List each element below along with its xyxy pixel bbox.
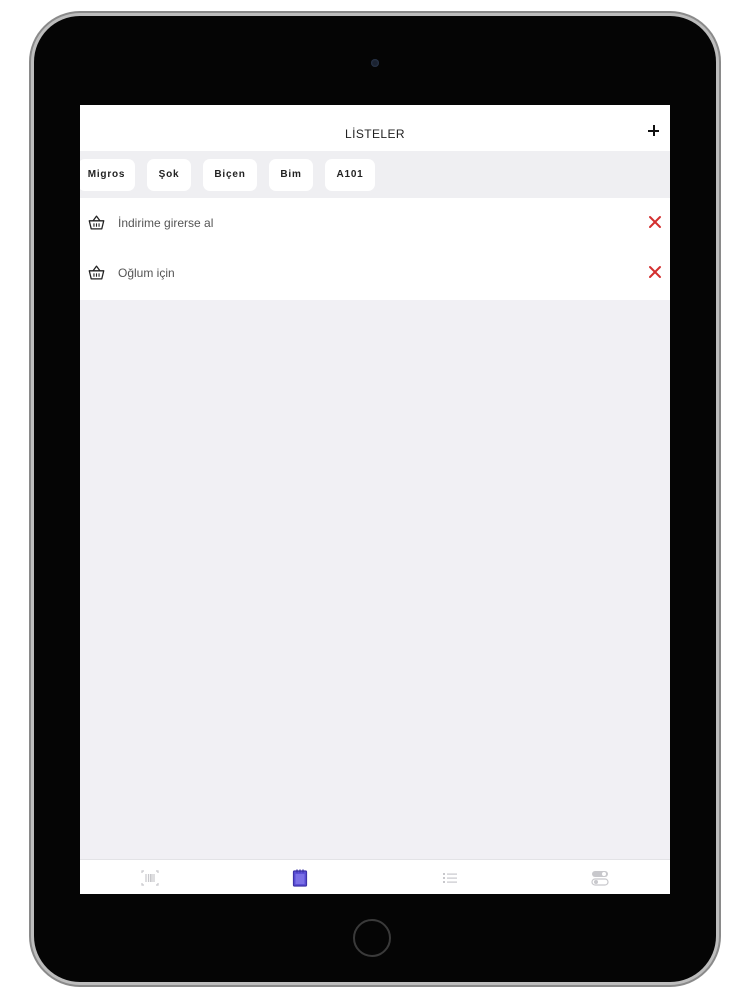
list-item[interactable]: İndirime girerse al <box>80 198 670 248</box>
close-icon[interactable] <box>648 265 662 279</box>
store-chip-a101[interactable]: A101 <box>325 159 375 191</box>
store-chip-sok[interactable]: Şok <box>147 159 191 191</box>
page-title: LİSTELER <box>345 127 405 141</box>
store-chip-migros[interactable]: Migros <box>80 159 135 191</box>
store-filter-bar: Migros Şok Biçen Bim A101 <box>80 151 670 198</box>
app-screen: LİSTELER Migros Şok Biçen Bim A101 İndir… <box>80 105 670 894</box>
list-item[interactable]: Oğlum için <box>80 248 670 298</box>
add-list-button[interactable] <box>644 121 664 141</box>
shopping-lists: İndirime girerse al Oğlum için <box>80 198 670 300</box>
notepad-icon[interactable] <box>290 868 310 888</box>
list-icon[interactable] <box>440 868 460 888</box>
bottom-tab-bar <box>80 859 670 894</box>
settings-toggle-icon[interactable] <box>590 868 610 888</box>
store-chip-bim[interactable]: Bim <box>269 159 313 191</box>
top-header: LİSTELER <box>80 105 670 151</box>
basket-icon <box>88 215 105 230</box>
front-camera <box>371 59 379 67</box>
barcode-icon[interactable] <box>140 868 160 888</box>
list-item-label: İndirime girerse al <box>118 216 214 230</box>
store-chip-bicen[interactable]: Biçen <box>203 159 257 191</box>
list-item-label: Oğlum için <box>118 266 175 280</box>
close-icon[interactable] <box>648 215 662 229</box>
basket-icon <box>88 265 105 280</box>
home-button[interactable] <box>353 919 391 957</box>
